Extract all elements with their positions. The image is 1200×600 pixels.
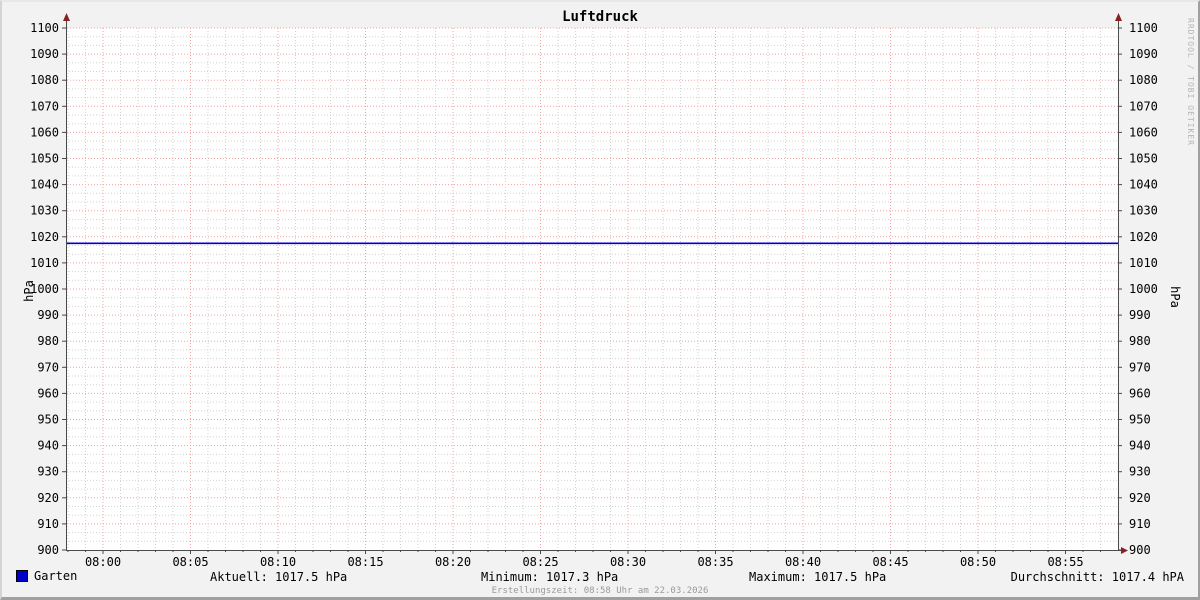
svg-text:930: 930 xyxy=(1129,465,1151,479)
svg-text:08:15: 08:15 xyxy=(347,555,383,569)
svg-text:1080: 1080 xyxy=(1129,73,1158,87)
svg-text:1080: 1080 xyxy=(30,73,59,87)
creation-timestamp: Erstellungszeit: 08:58 Uhr am 22.03.2026 xyxy=(2,586,1198,596)
stat-aktuell: Aktuell: 1017.5 hPa xyxy=(210,570,347,584)
svg-text:1010: 1010 xyxy=(30,256,59,270)
stat-maximum: Maximum: 1017.5 hPa xyxy=(749,570,886,584)
svg-text:950: 950 xyxy=(37,413,59,427)
svg-text:960: 960 xyxy=(1129,386,1151,400)
svg-text:08:10: 08:10 xyxy=(260,555,296,569)
svg-text:980: 980 xyxy=(37,334,59,348)
svg-text:980: 980 xyxy=(1129,334,1151,348)
svg-text:940: 940 xyxy=(37,439,59,453)
svg-text:08:50: 08:50 xyxy=(960,555,996,569)
svg-text:08:05: 08:05 xyxy=(172,555,208,569)
legend-item-garten: Garten xyxy=(16,569,77,583)
svg-text:1030: 1030 xyxy=(1129,204,1158,218)
svg-text:950: 950 xyxy=(1129,413,1151,427)
svg-text:920: 920 xyxy=(1129,491,1151,505)
svg-text:08:45: 08:45 xyxy=(872,555,908,569)
svg-text:08:35: 08:35 xyxy=(697,555,733,569)
svg-text:990: 990 xyxy=(1129,308,1151,322)
svg-text:08:55: 08:55 xyxy=(1047,555,1083,569)
svg-text:1040: 1040 xyxy=(30,178,59,192)
svg-text:08:20: 08:20 xyxy=(435,555,471,569)
series-color-swatch xyxy=(16,570,28,582)
svg-text:08:30: 08:30 xyxy=(610,555,646,569)
svg-text:1030: 1030 xyxy=(30,204,59,218)
svg-text:1090: 1090 xyxy=(1129,47,1158,61)
svg-text:910: 910 xyxy=(37,517,59,531)
y-axis-label-left: hPa xyxy=(22,280,36,302)
svg-text:940: 940 xyxy=(1129,439,1151,453)
svg-text:1070: 1070 xyxy=(1129,99,1158,113)
svg-text:1040: 1040 xyxy=(1129,178,1158,192)
svg-text:930: 930 xyxy=(37,465,59,479)
svg-text:08:25: 08:25 xyxy=(522,555,558,569)
series-label: Garten xyxy=(34,569,77,583)
svg-text:1050: 1050 xyxy=(30,152,59,166)
svg-text:08:00: 08:00 xyxy=(85,555,121,569)
svg-text:970: 970 xyxy=(37,360,59,374)
svg-text:910: 910 xyxy=(1129,517,1151,531)
page-title: Luftdruck xyxy=(2,9,1198,25)
svg-text:900: 900 xyxy=(1129,543,1151,557)
svg-text:900: 900 xyxy=(37,543,59,557)
svg-text:1070: 1070 xyxy=(30,99,59,113)
rrdtool-graph: 900 900 910 910 920 920 930 930 940 940 950 950 960 9… xyxy=(0,0,1200,600)
svg-text:970: 970 xyxy=(1129,360,1151,374)
svg-text:1020: 1020 xyxy=(1129,230,1158,244)
svg-text:08:40: 08:40 xyxy=(785,555,821,569)
svg-text:960: 960 xyxy=(37,386,59,400)
svg-text:1020: 1020 xyxy=(30,230,59,244)
svg-text:1060: 1060 xyxy=(30,125,59,139)
stat-durchschnitt: Durchschnitt: 1017.4 hPA xyxy=(1011,570,1184,584)
svg-text:1010: 1010 xyxy=(1129,256,1158,270)
y-axis-label-right: hPa xyxy=(1168,286,1182,308)
svg-text:1060: 1060 xyxy=(1129,125,1158,139)
svg-text:1050: 1050 xyxy=(1129,152,1158,166)
svg-text:990: 990 xyxy=(37,308,59,322)
rrdtool-watermark: RRDTOOL / TOBI OETIKER xyxy=(1186,18,1195,146)
svg-text:1090: 1090 xyxy=(30,47,59,61)
stat-minimum: Minimum: 1017.3 hPa xyxy=(481,570,618,584)
svg-text:1000: 1000 xyxy=(1129,282,1158,296)
svg-text:920: 920 xyxy=(37,491,59,505)
pressure-chart: 900 900 910 910 920 920 930 930 940 940 950 950 960 9… xyxy=(0,0,1200,600)
legend-row: Garten Aktuell: 1017.5 hPa Minimum: 1017… xyxy=(2,569,1198,585)
